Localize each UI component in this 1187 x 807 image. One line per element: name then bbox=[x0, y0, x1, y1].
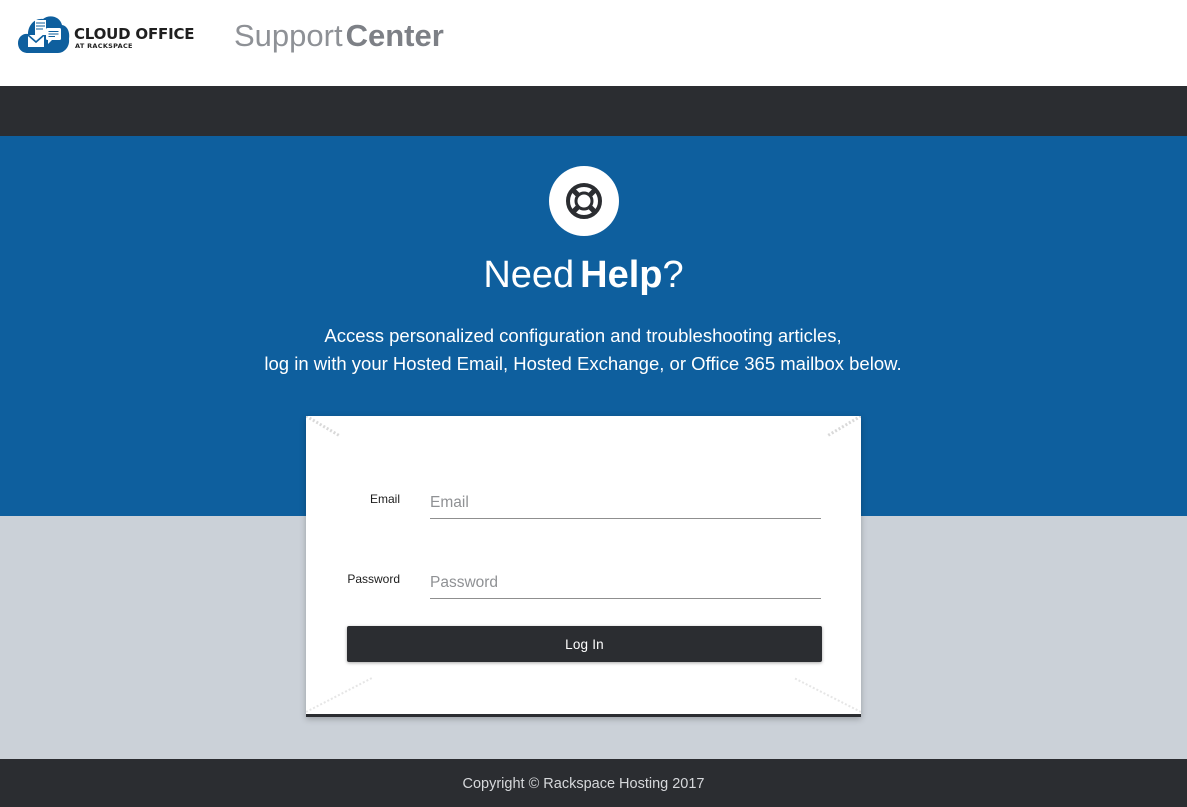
cloud-office-logo[interactable]: CLOUD OFFICE AT RACKSPACE bbox=[18, 13, 208, 55]
password-label: Password bbox=[347, 572, 400, 586]
lifebuoy-icon bbox=[549, 166, 619, 236]
brand-word-center: Center bbox=[345, 18, 444, 53]
password-input[interactable] bbox=[430, 568, 821, 599]
login-button[interactable]: Log In bbox=[347, 626, 822, 662]
login-card: Email Password Log In bbox=[306, 416, 861, 717]
site-footer: Copyright © Rackspace Hosting 2017 bbox=[0, 759, 1187, 807]
hero-description: Access personalized configuration and tr… bbox=[0, 322, 1166, 378]
support-center-title: SupportCenter bbox=[234, 18, 444, 54]
top-navbar bbox=[0, 86, 1187, 136]
hero-description-line2: log in with your Hosted Email, Hosted Ex… bbox=[264, 353, 902, 374]
email-input[interactable] bbox=[430, 488, 821, 519]
hero-title-question-mark: ? bbox=[662, 254, 684, 296]
hero-description-line1: Access personalized configuration and tr… bbox=[324, 325, 842, 346]
email-label: Email bbox=[369, 492, 400, 506]
site-header: CLOUD OFFICE AT RACKSPACE SupportCenter bbox=[0, 0, 1187, 86]
cloud-mail-icon bbox=[18, 16, 70, 54]
hero-title-help: Help bbox=[580, 254, 663, 296]
card-corner-decoration bbox=[306, 416, 861, 713]
logo-subtitle: AT RACKSPACE bbox=[75, 42, 133, 50]
hero-title: Need Help? bbox=[0, 254, 1167, 297]
hero-title-need: Need bbox=[483, 254, 575, 296]
copyright-text: Copyright © Rackspace Hosting 2017 bbox=[462, 776, 705, 792]
brand-word-support: Support bbox=[234, 18, 343, 53]
logo-title: CLOUD OFFICE bbox=[74, 25, 195, 43]
